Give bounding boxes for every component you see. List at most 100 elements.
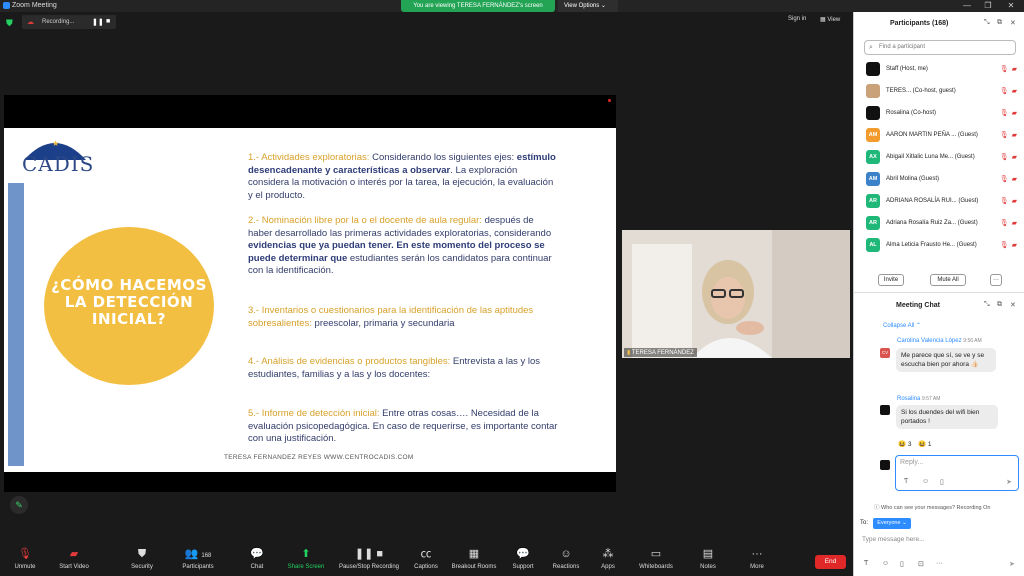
apps-button[interactable]: ⁂ Apps [598, 547, 618, 570]
popout-icon[interactable]: ⧉ [997, 19, 1002, 27]
participant-row[interactable]: AR Adriana Rosalía Ruiz Za... (Guest) 🎙▰ [864, 212, 1020, 234]
participant-row[interactable]: AM AARON MARTIN PEÑA ... (Guest) 🎙▰ [864, 124, 1020, 146]
unmute-label: Unmute [14, 564, 36, 570]
participant-row[interactable]: AM Abril Molina (Guest) 🎙▰ [864, 168, 1020, 190]
collapse-panel-icon[interactable]: ⤡ [984, 19, 990, 27]
zoom-logo-icon [3, 2, 10, 9]
view-options-button[interactable]: View Options ⌄ [558, 0, 618, 12]
encryption-shield-icon[interactable]: ⛊ [6, 18, 14, 28]
screenshot-icon[interactable]: ⊡ [918, 560, 924, 568]
emoji-picker-icon[interactable]: ☺ [882, 560, 889, 567]
support-icon: 💬 [516, 548, 530, 560]
who-can-see-link[interactable]: ⓘ Who can see your messages? Recording O… [874, 503, 990, 511]
who-can-see-text: Who can see your messages? Recording On [881, 505, 991, 511]
support-button[interactable]: 💬 Support [510, 547, 536, 570]
share-screen-label: Share Screen [287, 564, 325, 570]
participant-row[interactable]: TERES... (Co-host, guest) 🎙▰ [864, 80, 1020, 102]
slide-item-3: 3.- Inventarios o cuestionarios para la … [248, 305, 560, 330]
participant-name: TERES... (Co-host, guest) [886, 88, 956, 94]
my-avatar-icon [880, 460, 890, 470]
annotate-pen-icon[interactable]: ✎ [10, 496, 28, 514]
reactions-button[interactable]: ☺ Reactions [550, 547, 582, 570]
find-participant-input[interactable]: ⌕ Find a participant [864, 40, 1016, 55]
item-title: 4.- Análisis de evidencias o productos t… [248, 356, 451, 367]
recipient-value: Everyone [877, 520, 901, 526]
whiteboards-button[interactable]: ▭ Whiteboards [636, 547, 676, 570]
chat-icon: 💬 [250, 548, 264, 560]
chat-button[interactable]: 💬 Chat [244, 547, 270, 570]
collapse-all-link[interactable]: Collapse All ⌃ [883, 322, 921, 329]
restore-icon[interactable]: ❐ [983, 1, 993, 11]
file-icon[interactable]: ▯ [940, 478, 944, 486]
shared-screen-top [4, 95, 616, 128]
breakout-rooms-button[interactable]: ▦ Breakout Rooms [450, 547, 498, 570]
more-options-icon[interactable]: ··· [936, 560, 943, 567]
close-window-icon[interactable]: ✕ [1006, 1, 1016, 11]
participant-row[interactable]: AL Alma Leticia Frausto He... (Guest) 🎙▰ [864, 234, 1020, 256]
participant-status-icon: 🎙▰ [999, 220, 1020, 227]
minimize-icon[interactable]: — [962, 1, 972, 11]
share-screen-button[interactable]: ⬆ Share Screen [286, 547, 326, 570]
chat-sender-2: Rosalina 9:57 AM [897, 396, 940, 402]
unmute-button[interactable]: 🎙 Unmute [10, 547, 40, 570]
reply-placeholder: Reply... [900, 459, 924, 466]
participant-row[interactable]: Staff (Host, me) 🎙▰ [864, 58, 1020, 80]
participant-row[interactable]: AX Abigail Xitlalic Luna Me... (Guest) 🎙▰ [864, 146, 1020, 168]
slide-circle: ¿CÓMO HACEMOS LA DETECCIÓN INICIAL? [44, 227, 214, 385]
recipient-selector[interactable]: Everyone ⌄ [873, 518, 911, 529]
attach-file-icon[interactable]: ▯ [900, 560, 904, 568]
pause-recording-icon[interactable]: ❚❚ [92, 18, 104, 26]
reaction-2[interactable]: 😆 1 [918, 440, 932, 448]
close-panel-icon[interactable]: ✕ [1010, 19, 1016, 27]
participant-status-icon: 🎙▰ [999, 110, 1020, 117]
item-text: Considerando los siguientes ejes: [369, 152, 517, 163]
send-icon[interactable]: ➤ [1006, 478, 1012, 486]
participant-status-icon: 🎙▰ [999, 154, 1020, 161]
format-icon[interactable]: Ƭ [904, 478, 908, 485]
emoji-icon[interactable]: ☺ [922, 478, 929, 485]
breakout-rooms-icon: ▦ [468, 548, 480, 560]
chat-collapse-icon[interactable]: ⤡ [984, 301, 990, 309]
send-message-icon[interactable]: ➤ [1009, 560, 1015, 568]
pause-stop-recording-button[interactable]: ❚❚ ■ Pause/Stop Recording [336, 547, 402, 570]
participants-button[interactable]: 👥 168 Participants [178, 547, 218, 570]
participant-avatar: AX [866, 150, 880, 164]
chat-popout-icon[interactable]: ⧉ [997, 301, 1002, 309]
format-text-icon[interactable]: Ƭ [864, 560, 868, 567]
type-message-input[interactable]: Type message here... [862, 536, 925, 543]
mute-all-button[interactable]: Mute All [930, 274, 966, 286]
notes-icon: ▤ [702, 548, 714, 560]
security-button[interactable]: ⛊ Security [126, 547, 158, 570]
reply-input[interactable]: Reply... Ƭ ☺ ▯ ➤ [895, 455, 1019, 491]
reaction-1[interactable]: 😆 3 [898, 440, 912, 448]
sign-in-button[interactable]: Sign in [788, 16, 806, 22]
chat-close-icon[interactable]: ✕ [1010, 301, 1016, 309]
invite-button[interactable]: Invite [878, 274, 904, 286]
search-icon: ⌕ [869, 44, 873, 51]
video-tile[interactable] [622, 230, 850, 358]
participant-row[interactable]: Rosalina (Co-host) 🎙▰ [864, 102, 1020, 124]
slide-item-5: 5.- Informe de detección inicial: Entre … [248, 408, 560, 446]
video-off-icon: ▰ [69, 548, 79, 560]
muted-mic-icon: 🎙 [18, 548, 32, 560]
side-panel: Participants (168) ⤡ ⧉ ✕ ⌕ Find a partic… [853, 12, 1024, 576]
view-button[interactable]: ▦ View [820, 16, 840, 23]
participant-status-icon: 🎙▰ [999, 198, 1020, 205]
participant-name: Rosalina (Co-host) [886, 110, 937, 116]
shared-slide: ★ CADIS ¿CÓMO HACEMOS LA DETECCIÓN INICI… [4, 128, 616, 472]
captions-button[interactable]: ㏄ Captions [412, 547, 440, 570]
participants-more-button[interactable]: ··· [990, 274, 1002, 286]
participant-row[interactable]: AR ADRIANA ROSALÍA RUI... (Guest) 🎙▰ [864, 190, 1020, 212]
recording-label: Recording... [42, 19, 75, 25]
participants-panel-title: Participants (168) [890, 20, 949, 27]
end-meeting-button[interactable]: End [815, 555, 846, 569]
participants-icon: 👥 168 [184, 548, 212, 560]
start-video-button[interactable]: ▰ Start Video [54, 547, 94, 570]
participant-status-icon: 🎙▰ [999, 66, 1020, 73]
participant-avatar: AR [866, 194, 880, 208]
stop-recording-icon[interactable]: ■ [106, 18, 110, 25]
view-options-label: View Options [564, 3, 600, 9]
more-button[interactable]: ··· More [746, 547, 768, 570]
apps-icon: ⁂ [602, 548, 614, 560]
notes-button[interactable]: ▤ Notes [698, 547, 718, 570]
